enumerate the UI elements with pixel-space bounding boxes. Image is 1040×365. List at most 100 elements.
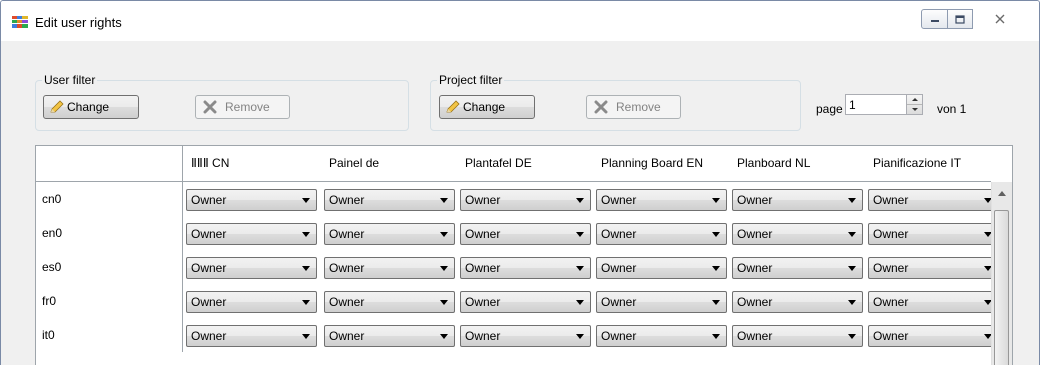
grid-corner (36, 146, 183, 182)
user-rights-grid: ⅡⅡⅡ CN Painel de Plantafel DE Planning Boar… (35, 145, 1013, 365)
project-filter-remove-label: Remove (616, 100, 661, 114)
rights-dropdown[interactable]: Owner (460, 189, 591, 211)
column-header[interactable]: ⅡⅡⅡ CN (183, 146, 321, 182)
project-filter-remove-button[interactable]: Remove (586, 95, 681, 119)
rights-dropdown[interactable]: Owner (460, 291, 591, 313)
chevron-down-icon (712, 334, 720, 339)
rights-dropdown[interactable]: Owner (460, 257, 591, 279)
chevron-down-icon (848, 198, 856, 203)
rights-dropdown-value: Owner (601, 193, 637, 207)
rights-dropdown[interactable]: Owner (868, 325, 999, 347)
spinner-down-button[interactable] (907, 105, 922, 114)
rights-dropdown-value: Owner (329, 261, 365, 275)
chevron-down-icon (848, 334, 856, 339)
maximize-button[interactable] (947, 9, 973, 29)
rights-dropdown-value: Owner (737, 329, 773, 343)
rights-dropdown[interactable]: Owner (460, 325, 591, 347)
row-header-user: it0 (36, 318, 183, 352)
column-header[interactable]: Plantafel DE (457, 146, 593, 182)
rights-dropdown[interactable]: Owner (460, 223, 591, 245)
rights-dropdown[interactable]: Owner (596, 291, 727, 313)
column-header[interactable]: Planning Board EN (593, 146, 729, 182)
page-label: page (816, 102, 843, 116)
rights-dropdown[interactable]: Owner (868, 291, 999, 313)
rights-dropdown-value: Owner (191, 261, 227, 275)
chevron-down-icon (848, 266, 856, 271)
pencil-icon (444, 99, 462, 115)
rights-dropdown-value: Owner (601, 261, 637, 275)
rights-dropdown[interactable]: Owner (732, 325, 863, 347)
user-filter-change-label: Change (67, 100, 110, 114)
rights-dropdown-value: Owner (329, 193, 365, 207)
title-bar[interactable]: Edit user rights (1, 1, 1039, 41)
chevron-down-icon (302, 198, 310, 203)
rights-dropdown[interactable]: Owner (324, 189, 455, 211)
column-header[interactable]: Pianificazione IT (865, 146, 991, 182)
chevron-down-icon (440, 198, 448, 203)
rights-dropdown-value: Owner (465, 227, 501, 241)
rights-dropdown-value: Owner (873, 261, 909, 275)
rights-dropdown-value: Owner (465, 261, 501, 275)
column-header[interactable]: Painel de (321, 146, 457, 182)
rights-dropdown-value: Owner (601, 295, 637, 309)
rights-dropdown[interactable]: Owner (186, 325, 317, 347)
chevron-down-icon (576, 198, 584, 203)
scrollbar-thumb[interactable] (994, 210, 1009, 365)
rights-dropdown-value: Owner (191, 193, 227, 207)
page-spinner[interactable] (906, 94, 923, 115)
rights-dropdown[interactable]: Owner (186, 223, 317, 245)
chevron-down-icon (576, 334, 584, 339)
scroll-up-icon[interactable] (998, 191, 1006, 196)
chevron-down-icon (712, 232, 720, 237)
rights-dropdown[interactable]: Owner (186, 257, 317, 279)
rights-dropdown[interactable]: Owner (596, 189, 727, 211)
rights-dropdown-value: Owner (873, 193, 909, 207)
app-grid-icon (12, 16, 28, 28)
minimize-icon (930, 20, 939, 22)
dialog-body: User filter Change Remove Project filter… (9, 41, 1031, 365)
user-filter-remove-button[interactable]: Remove (195, 95, 290, 119)
rights-dropdown[interactable]: Owner (186, 189, 317, 211)
row-header-user: en0 (36, 216, 183, 250)
close-button[interactable] (976, 9, 1024, 29)
project-filter-change-button[interactable]: Change (439, 95, 535, 119)
rights-dropdown[interactable]: Owner (868, 223, 999, 245)
rights-dropdown[interactable]: Owner (324, 257, 455, 279)
rights-dropdown-value: Owner (465, 193, 501, 207)
rights-dropdown-value: Owner (737, 227, 773, 241)
rights-dropdown[interactable]: Owner (868, 257, 999, 279)
rights-dropdown-value: Owner (737, 193, 773, 207)
rights-dropdown[interactable]: Owner (596, 257, 727, 279)
rights-dropdown[interactable]: Owner (732, 189, 863, 211)
chevron-down-icon (440, 300, 448, 305)
spinner-up-button[interactable] (907, 95, 922, 105)
rights-dropdown[interactable]: Owner (186, 291, 317, 313)
row-header-user: cn0 (36, 182, 183, 216)
page-number-input[interactable] (845, 94, 915, 115)
user-filter-change-button[interactable]: Change (43, 95, 139, 119)
rights-dropdown-value: Owner (329, 295, 365, 309)
user-filter-remove-label: Remove (225, 100, 270, 114)
chevron-down-icon (302, 266, 310, 271)
chevron-up-icon (911, 98, 918, 101)
rights-dropdown-value: Owner (601, 329, 637, 343)
rights-dropdown[interactable]: Owner (596, 325, 727, 347)
minimize-button[interactable] (921, 9, 948, 29)
rights-dropdown[interactable]: Owner (732, 223, 863, 245)
rights-dropdown[interactable]: Owner (596, 223, 727, 245)
column-header[interactable]: Planboard NL (729, 146, 865, 182)
rights-dropdown[interactable]: Owner (732, 257, 863, 279)
vertical-scrollbar[interactable] (991, 182, 1012, 365)
rights-dropdown[interactable]: Owner (732, 291, 863, 313)
rights-dropdown[interactable]: Owner (324, 223, 455, 245)
chevron-down-icon (911, 108, 918, 111)
rights-dropdown-value: Owner (873, 227, 909, 241)
chevron-down-icon (576, 232, 584, 237)
rights-dropdown-value: Owner (329, 329, 365, 343)
rights-dropdown[interactable]: Owner (868, 189, 999, 211)
rights-dropdown-value: Owner (873, 329, 909, 343)
rights-dropdown[interactable]: Owner (324, 291, 455, 313)
rights-dropdown[interactable]: Owner (324, 325, 455, 347)
chevron-down-icon (576, 266, 584, 271)
remove-x-icon (592, 99, 610, 115)
